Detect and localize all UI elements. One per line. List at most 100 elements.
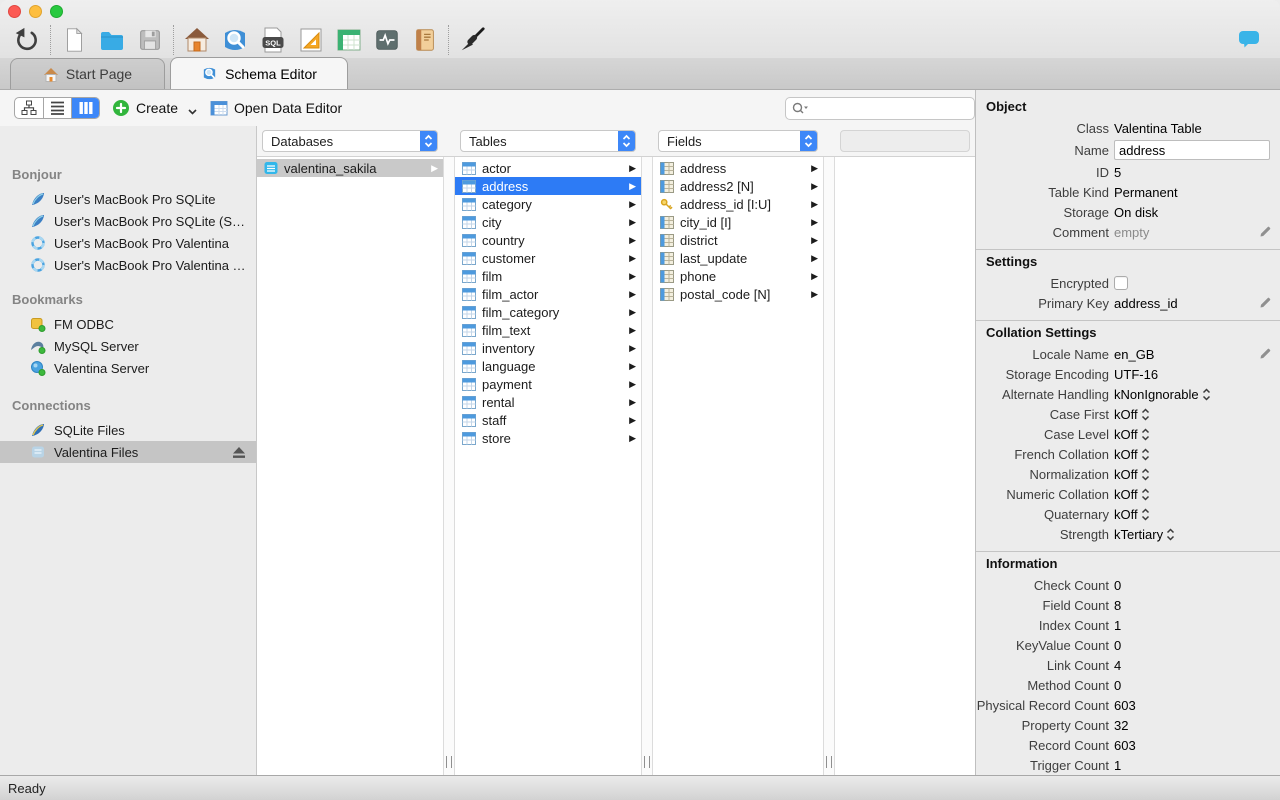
value-stepper-icon[interactable] [1141, 447, 1150, 461]
undo-button[interactable] [8, 23, 46, 57]
table-row[interactable]: inventory ▶ [455, 339, 641, 357]
name-input[interactable] [1114, 140, 1270, 160]
edit-pencil-icon[interactable] [1259, 347, 1272, 360]
column-resize-grip[interactable] [644, 756, 650, 768]
feedback-bubble-icon[interactable] [1238, 30, 1260, 48]
new-document-button[interactable] [55, 23, 93, 57]
table-row[interactable]: city ▶ [455, 213, 641, 231]
property-value: kOff [1114, 426, 1138, 442]
edit-pencil-icon[interactable] [1259, 225, 1272, 238]
table-row[interactable]: actor ▶ [455, 159, 641, 177]
property-row-encrypted: Encrypted [976, 273, 1280, 293]
diagram-editor-button[interactable] [292, 23, 330, 57]
start-page-button[interactable] [178, 23, 216, 57]
field-row[interactable]: phone ▶ [653, 267, 823, 285]
table-row[interactable]: customer ▶ [455, 249, 641, 267]
traffic-lights [8, 5, 63, 18]
minimize-button[interactable] [29, 5, 42, 18]
table-row[interactable]: language ▶ [455, 357, 641, 375]
data-editor-button[interactable] [330, 23, 368, 57]
table-row-selected[interactable]: address ▶ [455, 177, 641, 195]
sidebar-item-valentina-server[interactable]: Valentina Server [0, 357, 256, 379]
create-button[interactable]: Create [112, 97, 197, 119]
style-brush-button[interactable] [453, 23, 491, 57]
sidebar-item-sqlite-ssl-bonjour[interactable]: User's MacBook Pro SQLite (SSL) [0, 210, 256, 232]
table-row[interactable]: staff ▶ [455, 411, 641, 429]
search-field[interactable] [785, 97, 975, 120]
encrypted-checkbox[interactable] [1114, 276, 1128, 290]
open-data-editor-button[interactable]: Open Data Editor [210, 97, 342, 119]
property-row-storage: Storage On disk [976, 202, 1280, 222]
edit-pencil-icon[interactable] [1259, 296, 1272, 309]
table-row[interactable]: payment ▶ [455, 375, 641, 393]
disclosure-icon: ▶ [629, 432, 636, 443]
sidebar-item-fm-odbc[interactable]: FM ODBC [0, 313, 256, 335]
column-resize-grip[interactable] [826, 756, 832, 768]
sidebar-item-mysql-server[interactable]: MySQL Server [0, 335, 256, 357]
search-input[interactable] [808, 101, 968, 116]
eject-icon[interactable] [232, 446, 246, 459]
server-admin-button[interactable] [368, 23, 406, 57]
value-stepper-icon[interactable] [1141, 487, 1150, 501]
sidebar-item-sqlite-files[interactable]: SQLite Files [0, 419, 256, 441]
save-button[interactable] [131, 23, 169, 57]
tab-schema-editor[interactable]: Schema Editor [170, 57, 348, 89]
tab-start-page[interactable]: Start Page [10, 58, 165, 89]
value-stepper-icon[interactable] [1141, 507, 1150, 521]
value-stepper-icon[interactable] [1141, 407, 1150, 421]
schema-editor-button[interactable] [216, 23, 254, 57]
field-row[interactable]: last_update ▶ [653, 249, 823, 267]
field-row[interactable]: address2 [N] ▶ [653, 177, 823, 195]
sidebar-item-valentina-ssl-bonjour[interactable]: User's MacBook Pro Valentina (S… [0, 254, 256, 276]
zoom-button[interactable] [50, 5, 63, 18]
database-row[interactable]: valentina_sakila ▶ [257, 159, 443, 177]
list-view-button[interactable] [43, 98, 71, 118]
value-stepper-icon[interactable] [1141, 467, 1150, 481]
schema-editor-icon [220, 25, 250, 55]
empty-dropdown [840, 130, 970, 152]
field-icon [660, 215, 674, 229]
toolbar-separator [173, 25, 174, 55]
tree-view-button[interactable] [15, 98, 43, 118]
field-row[interactable]: postal_code [N] ▶ [653, 285, 823, 303]
sidebar-section-bookmarks: Bookmarks [12, 292, 83, 307]
table-row[interactable]: film_actor ▶ [455, 285, 641, 303]
column-divider[interactable] [443, 157, 455, 775]
databases-dropdown[interactable]: Databases [262, 130, 438, 152]
field-row[interactable]: city_id [I] ▶ [653, 213, 823, 231]
inspector-section-information: Information [986, 556, 1058, 571]
table-row[interactable]: film_text ▶ [455, 321, 641, 339]
sql-editor-button[interactable]: SQL [254, 23, 292, 57]
column-view-button[interactable] [71, 98, 99, 118]
open-folder-button[interactable] [93, 23, 131, 57]
close-button[interactable] [8, 5, 21, 18]
table-row[interactable]: category ▶ [455, 195, 641, 213]
field-row[interactable]: district ▶ [653, 231, 823, 249]
table-row[interactable]: rental ▶ [455, 393, 641, 411]
property-value: Valentina Table [1114, 120, 1202, 136]
value-stepper-icon[interactable] [1141, 427, 1150, 441]
table-icon [462, 431, 476, 445]
fields-dropdown[interactable]: Fields [658, 130, 818, 152]
sidebar-item-sqlite-bonjour[interactable]: User's MacBook Pro SQLite [0, 188, 256, 210]
table-row[interactable]: film_category ▶ [455, 303, 641, 321]
tables-dropdown[interactable]: Tables [460, 130, 636, 152]
value-stepper-icon[interactable] [1166, 527, 1175, 541]
info-row-keyvalue-count: KeyValue Count 0 [976, 635, 1280, 655]
column-resize-grip[interactable] [446, 756, 452, 768]
column-divider[interactable] [641, 157, 653, 775]
database-row-label: valentina_sakila [284, 160, 377, 176]
value-stepper-icon[interactable] [1202, 387, 1211, 401]
field-row[interactable]: address ▶ [653, 159, 823, 177]
property-row-alternate-handling: Alternate Handling kNonIgnorable [976, 384, 1280, 404]
column-divider[interactable] [823, 157, 835, 775]
sidebar-item-valentina-bonjour[interactable]: User's MacBook Pro Valentina [0, 232, 256, 254]
property-value: kNonIgnorable [1114, 386, 1199, 402]
table-row[interactable]: country ▶ [455, 231, 641, 249]
table-row[interactable]: film ▶ [455, 267, 641, 285]
field-row-primary-key[interactable]: address_id [I:U] ▶ [653, 195, 823, 213]
object-inspector: Object Class Valentina Table Name ID 5 T… [975, 90, 1280, 775]
report-editor-button[interactable] [406, 23, 444, 57]
table-row[interactable]: store ▶ [455, 429, 641, 447]
sidebar-item-valentina-files[interactable]: Valentina Files [0, 441, 256, 463]
